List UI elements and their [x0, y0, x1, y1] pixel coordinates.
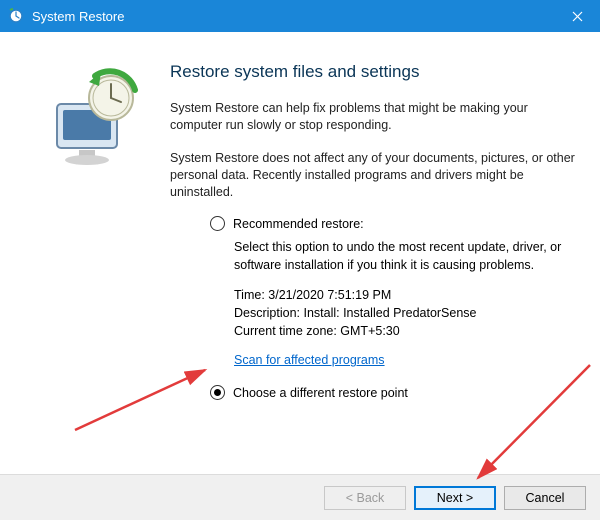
- footer-bar: < Back Next > Cancel: [0, 474, 600, 520]
- tz-value: GMT+5:30: [340, 324, 399, 338]
- option-different: Choose a different restore point: [170, 385, 576, 400]
- radio-different[interactable]: [210, 385, 225, 400]
- radio-different-label: Choose a different restore point: [233, 386, 408, 400]
- scan-link-row: Scan for affected programs: [170, 352, 576, 367]
- recommended-description: Select this option to undo the most rece…: [170, 239, 576, 274]
- cancel-button[interactable]: Cancel: [504, 486, 586, 510]
- restore-time: Time: 3/21/2020 7:51:19 PM: [170, 288, 576, 302]
- page-heading: Restore system files and settings: [170, 62, 576, 82]
- radio-different-row[interactable]: Choose a different restore point: [210, 385, 576, 400]
- scan-affected-link[interactable]: Scan for affected programs: [234, 353, 385, 367]
- desc-value: Install: Installed PredatorSense: [303, 306, 476, 320]
- radio-recommended-row[interactable]: Recommended restore:: [210, 216, 576, 231]
- time-value: 3/21/2020 7:51:19 PM: [268, 288, 391, 302]
- content-area: Restore system files and settings System…: [0, 32, 600, 474]
- illustration-column: [24, 52, 164, 474]
- tz-label: Current time zone:: [234, 324, 340, 338]
- radio-recommended[interactable]: [210, 216, 225, 231]
- next-button[interactable]: Next >: [414, 486, 496, 510]
- system-restore-icon: [8, 8, 24, 24]
- close-button[interactable]: [554, 0, 600, 32]
- option-recommended: Recommended restore:: [170, 216, 576, 231]
- desc-label: Description:: [234, 306, 303, 320]
- restore-illustration-icon: [39, 62, 149, 172]
- restore-description: Description: Install: Installed Predator…: [170, 306, 576, 320]
- intro-paragraph-1: System Restore can help fix problems tha…: [170, 100, 576, 134]
- titlebar: System Restore: [0, 0, 600, 32]
- restore-timezone: Current time zone: GMT+5:30: [170, 324, 576, 338]
- time-label: Time:: [234, 288, 268, 302]
- radio-recommended-label: Recommended restore:: [233, 217, 364, 231]
- main-column: Restore system files and settings System…: [164, 52, 576, 474]
- intro-paragraph-2: System Restore does not affect any of yo…: [170, 150, 576, 201]
- back-button: < Back: [324, 486, 406, 510]
- close-icon: [572, 11, 583, 22]
- window-title: System Restore: [32, 9, 554, 24]
